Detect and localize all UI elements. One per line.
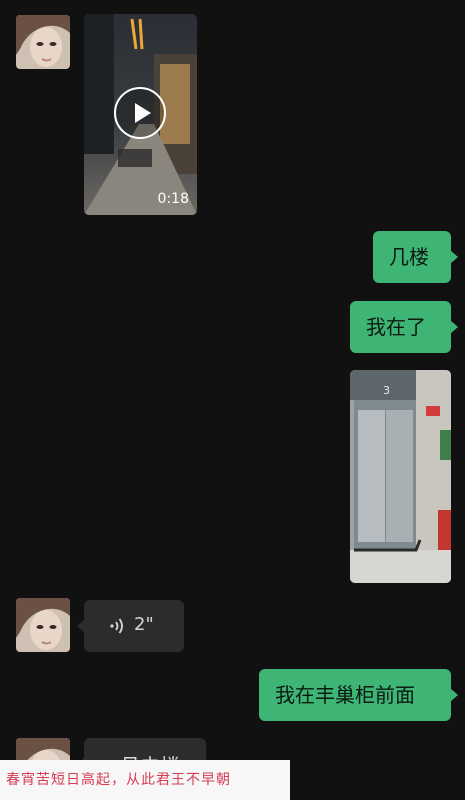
message-text: 几楼 — [389, 245, 429, 269]
video-message[interactable]: 0:18 — [84, 14, 197, 215]
message-text: 我在丰巢柜前面 — [275, 683, 415, 707]
contact-avatar[interactable] — [16, 15, 70, 69]
outgoing-message-bubble[interactable]: 我在丰巢柜前面 — [259, 669, 458, 721]
voice-message-bubble[interactable]: 2" — [77, 600, 184, 652]
video-duration: 0:18 — [157, 191, 189, 207]
outgoing-message-bubble[interactable]: 几楼 — [373, 231, 458, 283]
caption-text: 春宵苦短日高起，从此君王不早朝 — [6, 772, 231, 788]
caption-overlay: 春宵苦短日高起，从此君王不早朝 — [0, 760, 290, 800]
play-icon — [135, 103, 151, 123]
svg-text:3: 3 — [383, 384, 390, 397]
outgoing-message-bubble[interactable]: 我在了 — [350, 301, 458, 353]
contact-avatar[interactable] — [16, 598, 70, 652]
elevator-photo: 3 — [350, 370, 451, 583]
image-message[interactable]: 3 — [350, 370, 451, 583]
voice-duration: 2" — [134, 614, 154, 635]
play-button[interactable] — [114, 87, 166, 139]
voice-wave-icon — [110, 618, 123, 634]
message-text: 我在了 — [366, 315, 426, 339]
avatar-image — [16, 598, 70, 652]
avatar-image — [16, 15, 70, 69]
